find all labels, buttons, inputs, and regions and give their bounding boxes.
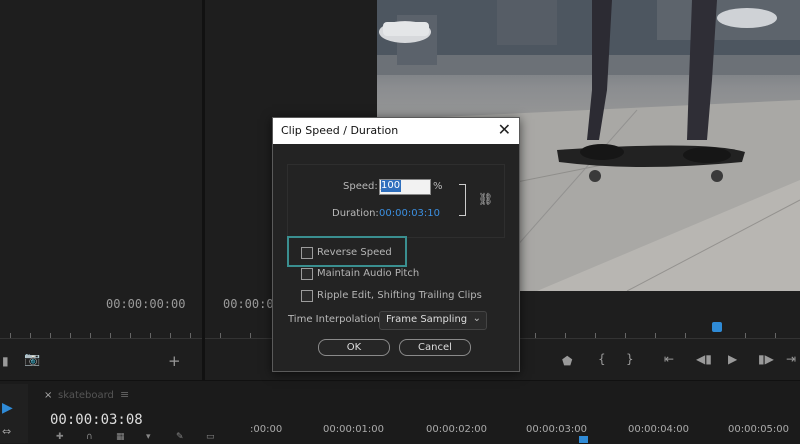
source-timecode[interactable]: 00:00:00:00 bbox=[106, 297, 185, 311]
time-interpolation-select[interactable]: Frame Sampling ⌄ bbox=[379, 311, 487, 330]
duration-value[interactable]: 00:00:03:10 bbox=[379, 208, 440, 219]
reverse-speed-label[interactable]: Reverse Speed bbox=[317, 247, 392, 258]
link-bracket bbox=[459, 184, 466, 216]
program-playhead[interactable] bbox=[712, 322, 722, 332]
speed-duration-group bbox=[287, 164, 505, 238]
selection-tool-icon[interactable]: ▶ bbox=[2, 400, 13, 416]
marker-icon[interactable]: ▾ bbox=[146, 432, 151, 442]
go-to-out-icon[interactable]: ⇥ bbox=[786, 352, 796, 366]
dialog-title: Clip Speed / Duration bbox=[281, 124, 399, 137]
reverse-speed-checkbox[interactable] bbox=[301, 247, 313, 259]
add-button-icon[interactable]: + bbox=[168, 352, 181, 370]
ruler-label: 00:00:04:00 bbox=[628, 424, 690, 435]
step-forward-icon[interactable]: ▮▶ bbox=[758, 352, 774, 366]
sequence-tab-label[interactable]: skateboard bbox=[58, 390, 114, 401]
dialog-title-bar[interactable]: Clip Speed / Duration ✕ bbox=[273, 118, 519, 144]
duration-label: Duration: bbox=[332, 208, 379, 219]
ok-button[interactable]: OK bbox=[318, 339, 390, 356]
snap-icon[interactable]: ✚ bbox=[56, 432, 64, 442]
play-icon[interactable]: ▶ bbox=[728, 352, 737, 366]
ruler-label: 00:00:03:00 bbox=[526, 424, 588, 435]
close-icon[interactable]: ✕ bbox=[498, 120, 511, 139]
ripple-edit-label[interactable]: Ripple Edit, Shifting Trailing Clips bbox=[317, 290, 482, 301]
go-to-in-icon[interactable]: ⇤ bbox=[664, 352, 674, 366]
interp-selected-value: Frame Sampling bbox=[386, 314, 468, 325]
camera-icon[interactable]: 📷 bbox=[24, 352, 40, 367]
mark-in-icon[interactable]: { bbox=[598, 352, 606, 366]
maintain-audio-pitch-label[interactable]: Maintain Audio Pitch bbox=[317, 268, 419, 279]
sequence-menu-icon[interactable]: ≡ bbox=[120, 388, 129, 401]
timeline-timecode[interactable]: 00:00:03:08 bbox=[50, 412, 143, 428]
close-sequence-icon[interactable]: × bbox=[44, 390, 52, 401]
timeline-toolbar: ✚ ∩ ▦ ▾ ✎ ▭ bbox=[36, 432, 236, 443]
source-ruler-line bbox=[0, 338, 202, 339]
speed-unit: % bbox=[433, 181, 443, 192]
maintain-audio-pitch-checkbox[interactable] bbox=[301, 268, 313, 280]
speed-label: Speed: bbox=[343, 181, 378, 192]
time-interpolation-label: Time Interpolation: bbox=[288, 314, 384, 325]
add-marker-icon[interactable]: ⬟ bbox=[562, 354, 572, 368]
captions-icon[interactable]: ▭ bbox=[206, 432, 215, 442]
timeline-playhead[interactable] bbox=[579, 436, 588, 443]
ruler-label: 00:00:02:00 bbox=[426, 424, 488, 435]
source-ruler[interactable] bbox=[0, 320, 202, 338]
ruler-label: 00:00:01:00 bbox=[323, 424, 385, 435]
clip-speed-dialog: Clip Speed / Duration ✕ Speed: 100 % Dur… bbox=[272, 117, 520, 372]
ruler-label: :00:00 bbox=[250, 424, 283, 435]
link-chain-icon[interactable]: ⛓ bbox=[478, 192, 493, 206]
cancel-button[interactable]: Cancel bbox=[399, 339, 471, 356]
add-marker-timeline-icon[interactable]: ▦ bbox=[116, 432, 125, 442]
wrench-icon[interactable]: ✎ bbox=[176, 432, 184, 442]
timeline-ruler[interactable]: :00:00 00:00:01:00 00:00:02:00 00:00:03:… bbox=[250, 424, 800, 443]
speed-input-selection: 100 bbox=[381, 180, 401, 192]
track-select-tool-icon[interactable]: ⇔ bbox=[2, 425, 11, 438]
ruler-label: 00:00:05:00 bbox=[728, 424, 790, 435]
linked-selection-icon[interactable]: ∩ bbox=[86, 432, 93, 442]
chevron-down-icon: ⌄ bbox=[472, 313, 481, 324]
mark-out-icon[interactable]: } bbox=[626, 352, 634, 366]
export-frame-icon[interactable]: ▮ bbox=[2, 354, 9, 368]
ripple-edit-checkbox[interactable] bbox=[301, 290, 313, 302]
step-back-icon[interactable]: ◀▮ bbox=[696, 352, 712, 366]
